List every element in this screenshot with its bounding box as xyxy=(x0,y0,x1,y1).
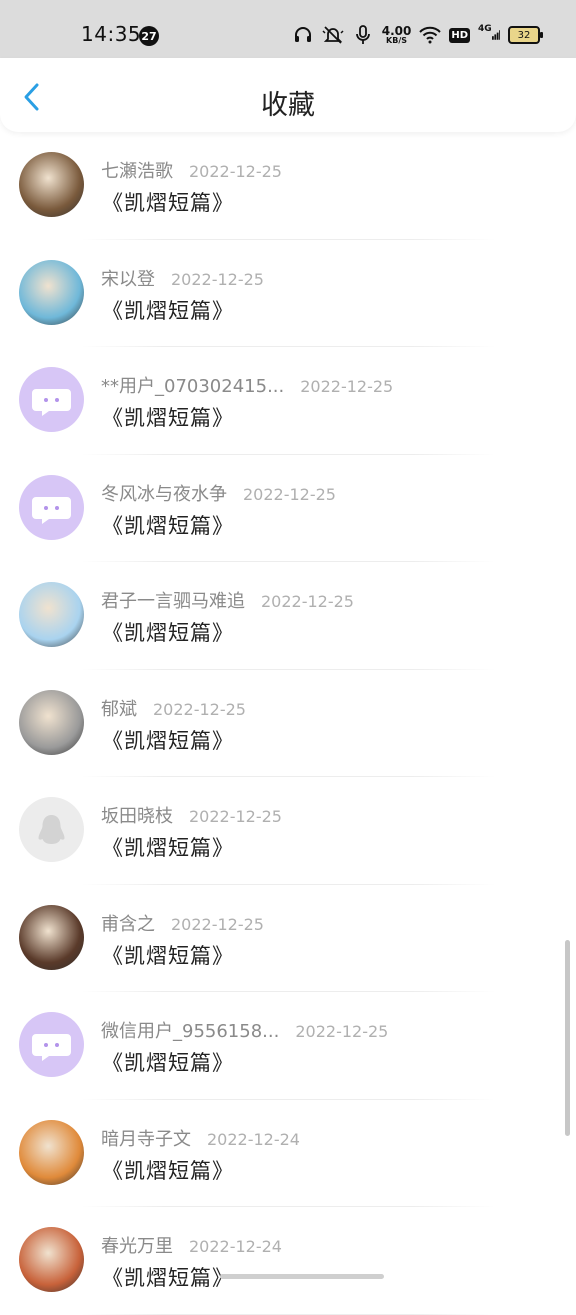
user-name: 宋以登 xyxy=(101,268,155,290)
favorite-date: 2022-12-25 xyxy=(300,377,394,396)
user-name: 七瀬浩歌 xyxy=(101,161,173,182)
wifi-icon xyxy=(419,24,442,46)
item-meta: 君子一言驷马难追 2022-12-25 xyxy=(101,587,354,613)
network-type-label: 4G xyxy=(478,24,492,34)
avatar[interactable] xyxy=(19,904,84,970)
favorite-date: 2022-12-25 xyxy=(171,269,264,289)
work-title[interactable]: 《凯熠短篇》 xyxy=(102,402,234,432)
hd-voice-badge: HD xyxy=(449,27,470,43)
item-meta: 春光万里 2022-12-24 xyxy=(101,1232,282,1258)
mute-bell-icon xyxy=(322,24,344,46)
favorite-list-item[interactable]: 春光万里 2022-12-24 《凯熠短篇》 xyxy=(0,1207,576,1315)
favorite-date: 2022-12-25 xyxy=(295,1022,389,1041)
favorite-date: 2022-12-25 xyxy=(261,592,354,611)
network-speed-unit: KB/S xyxy=(386,36,408,45)
user-name: **用户_070302415... xyxy=(101,376,285,397)
favorite-list-item[interactable]: 暗月寺子文 2022-12-24 《凯熠短篇》 xyxy=(0,1100,576,1207)
avatar[interactable] xyxy=(19,797,84,862)
avatar[interactable] xyxy=(19,1012,84,1077)
favorite-list-item[interactable]: 甫含之 2022-12-25 《凯熠短篇》 xyxy=(0,885,576,992)
item-meta: 暗月寺子文 2022-12-24 xyxy=(101,1125,300,1151)
avatar[interactable] xyxy=(19,152,84,217)
avatar[interactable] xyxy=(19,367,84,432)
item-meta: 坂田晓枝 2022-12-25 xyxy=(101,802,282,828)
status-icons: 4.00 KB/S HD 4G 32 xyxy=(292,20,543,50)
favorite-date: 2022-12-25 xyxy=(153,699,246,719)
item-meta: 宋以登 2022-12-25 xyxy=(101,265,264,291)
avatar[interactable] xyxy=(19,1119,84,1185)
battery-indicator: 32 xyxy=(508,26,543,44)
item-meta: 郁斌 2022-12-25 xyxy=(101,695,246,721)
microphone-icon xyxy=(352,24,374,46)
favorite-date: 2022-12-24 xyxy=(207,1129,300,1149)
user-name: 暗月寺子文 xyxy=(101,1128,191,1150)
favorite-list-item[interactable]: 君子一言驷马难追 2022-12-25 《凯熠短篇》 xyxy=(0,562,576,670)
page-header: 收藏 xyxy=(0,58,576,132)
work-title[interactable]: 《凯熠短篇》 xyxy=(102,725,234,755)
scrollbar-thumb[interactable] xyxy=(565,940,570,1136)
page-title: 收藏 xyxy=(261,90,315,121)
item-meta: 微信用户_9556158... 2022-12-25 xyxy=(101,1017,388,1043)
avatar[interactable] xyxy=(19,474,84,540)
user-name: 甫含之 xyxy=(101,913,155,935)
work-title[interactable]: 《凯熠短篇》 xyxy=(102,1047,234,1077)
item-meta: 七瀬浩歌 2022-12-25 xyxy=(101,157,282,183)
item-meta: 甫含之 2022-12-25 xyxy=(101,910,264,936)
headphones-icon xyxy=(292,24,314,46)
work-title[interactable]: 《凯熠短篇》 xyxy=(102,1262,234,1292)
work-title[interactable]: 《凯熠短篇》 xyxy=(102,940,234,970)
user-name: 坂田晓枝 xyxy=(101,806,173,827)
avatar[interactable] xyxy=(19,259,84,325)
favorite-list-item[interactable]: **用户_070302415... 2022-12-25 《凯熠短篇》 xyxy=(0,347,576,455)
work-title[interactable]: 《凯熠短篇》 xyxy=(102,510,234,540)
favorite-list-item[interactable]: 冬风冰与夜水争 2022-12-25 《凯熠短篇》 xyxy=(0,455,576,562)
avatar[interactable] xyxy=(19,689,84,755)
favorite-date: 2022-12-25 xyxy=(189,807,282,826)
work-title[interactable]: 《凯熠短篇》 xyxy=(102,1155,234,1185)
avatar[interactable] xyxy=(19,582,84,647)
cellular-signal-icon: 4G xyxy=(478,24,500,46)
work-title[interactable]: 《凯熠短篇》 xyxy=(102,187,234,217)
favorite-list-item[interactable]: 坂田晓枝 2022-12-25 《凯熠短篇》 xyxy=(0,777,576,885)
user-name: 微信用户_9556158... xyxy=(101,1021,280,1042)
divider xyxy=(80,1313,496,1315)
item-meta: 冬风冰与夜水争 2022-12-25 xyxy=(101,480,336,506)
favorite-list-item[interactable]: 宋以登 2022-12-25 《凯熠短篇》 xyxy=(0,240,576,347)
favorite-list-item[interactable]: 郁斌 2022-12-25 《凯熠短篇》 xyxy=(0,670,576,777)
notification-count-badge: 27 xyxy=(139,26,159,46)
favorite-list-item[interactable]: 七瀬浩歌 2022-12-25 《凯熠短篇》 xyxy=(0,132,576,240)
status-bar: 14:35 27 4.00 KB/S HD 4G 32 xyxy=(0,0,576,58)
favorite-date: 2022-12-24 xyxy=(189,1237,282,1256)
favorites-list: 七瀬浩歌 2022-12-25 《凯熠短篇》 宋以登 2022-12-25 《凯熠短篇》 *… xyxy=(0,132,576,1315)
favorite-date: 2022-12-25 xyxy=(243,484,336,504)
favorite-date: 2022-12-25 xyxy=(171,914,264,934)
avatar[interactable] xyxy=(19,1227,84,1292)
user-name: 君子一言驷马难追 xyxy=(101,591,245,612)
work-title[interactable]: 《凯熠短篇》 xyxy=(102,832,234,862)
network-speed: 4.00 KB/S xyxy=(382,25,412,45)
home-indicator[interactable] xyxy=(220,1274,384,1279)
user-name: 春光万里 xyxy=(101,1236,173,1257)
favorite-list-item[interactable]: 微信用户_9556158... 2022-12-25 《凯熠短篇》 xyxy=(0,992,576,1100)
work-title[interactable]: 《凯熠短篇》 xyxy=(102,617,234,647)
favorite-date: 2022-12-25 xyxy=(189,162,282,181)
user-name: 郁斌 xyxy=(101,698,137,720)
item-meta: **用户_070302415... 2022-12-25 xyxy=(101,372,393,398)
user-name: 冬风冰与夜水争 xyxy=(101,483,227,505)
status-time: 14:35 xyxy=(81,22,142,46)
work-title[interactable]: 《凯熠短篇》 xyxy=(102,295,234,325)
